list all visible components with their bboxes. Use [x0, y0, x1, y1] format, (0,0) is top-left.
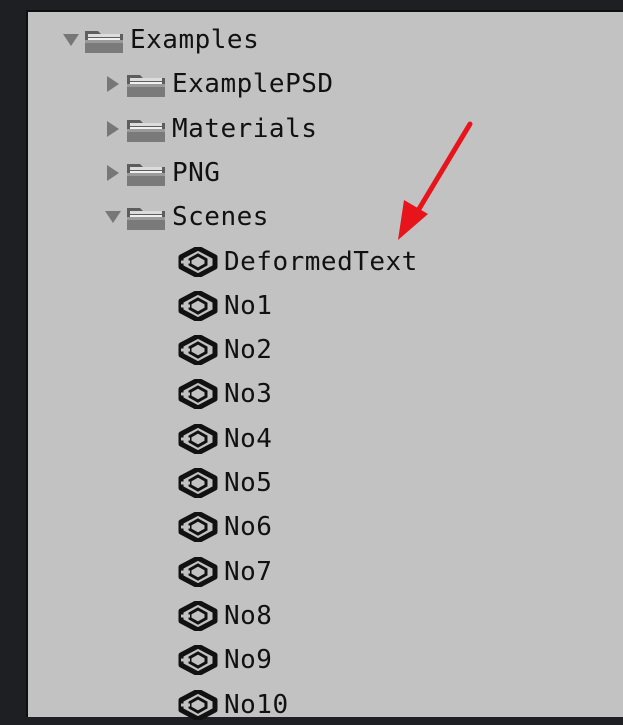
expand-arrow-down-icon[interactable]	[62, 31, 80, 49]
expand-arrow-right-icon[interactable]	[104, 120, 122, 138]
tree-item-examplepsd[interactable]: ExamplePSD	[104, 64, 334, 104]
tree-item-materials[interactable]: Materials	[104, 109, 317, 149]
tree-item-examples[interactable]: Examples	[62, 20, 259, 60]
folder-label: Examples	[130, 25, 260, 55]
tree-item-scene[interactable]: DeformedText	[178, 242, 418, 282]
tree-item-scene[interactable]: No2	[178, 330, 272, 370]
tree-item-scenes[interactable]: Scenes	[104, 197, 269, 237]
unity-scene-icon	[178, 246, 218, 277]
folder-icon	[84, 26, 124, 54]
unity-scene-icon	[178, 468, 218, 498]
expand-arrow-down-icon[interactable]	[104, 208, 122, 226]
unity-scene-icon	[178, 423, 218, 454]
scene-label: No8	[224, 600, 273, 631]
unity-scene-icon	[178, 512, 218, 543]
tree-item-scene[interactable]: No5	[178, 463, 272, 503]
folder-label: Materials	[172, 113, 318, 144]
tree-item-png[interactable]: PNG	[104, 153, 220, 193]
tree-item-scene[interactable]: No8	[178, 596, 272, 636]
expand-arrow-right-icon[interactable]	[104, 164, 122, 182]
unity-scene-icon	[178, 335, 218, 366]
scene-label: DeformedText	[224, 246, 418, 277]
tree-item-scene[interactable]: No3	[178, 374, 272, 414]
folder-label: PNG	[172, 157, 221, 188]
scene-label: No6	[224, 512, 273, 543]
scene-label: No3	[224, 379, 273, 410]
unity-scene-icon	[178, 556, 218, 587]
project-panel: Examples ExamplePSD Materials PNG Scenes…	[26, 10, 623, 720]
folder-icon	[126, 159, 166, 187]
unity-scene-icon	[178, 689, 218, 720]
tree-item-scene[interactable]: No7	[178, 552, 272, 592]
tree-item-scene[interactable]: No9	[178, 640, 272, 680]
unity-scene-icon	[178, 379, 218, 410]
scene-label: No2	[224, 335, 273, 366]
unity-scene-icon	[178, 645, 218, 676]
folder-label: Scenes	[172, 202, 269, 233]
scene-label: No7	[224, 556, 273, 587]
unity-scene-icon	[178, 600, 218, 631]
scene-label: No5	[224, 468, 273, 498]
tree-item-scene[interactable]: No6	[178, 507, 272, 547]
tree-item-scene[interactable]: No4	[178, 419, 272, 459]
scene-label: No10	[224, 689, 289, 720]
folder-icon	[126, 203, 166, 231]
scene-label: No1	[224, 290, 273, 321]
tree-item-scene[interactable]: No10	[178, 685, 289, 725]
unity-scene-icon	[178, 290, 218, 321]
scene-label: No4	[224, 423, 273, 454]
expand-arrow-right-icon[interactable]	[104, 75, 122, 93]
scene-label: No9	[224, 645, 273, 676]
tree-item-scene[interactable]: No1	[178, 286, 272, 326]
folder-label: ExamplePSD	[172, 69, 334, 100]
folder-icon	[126, 115, 166, 143]
folder-icon	[126, 70, 166, 98]
